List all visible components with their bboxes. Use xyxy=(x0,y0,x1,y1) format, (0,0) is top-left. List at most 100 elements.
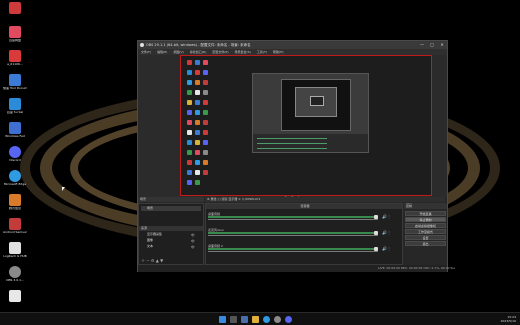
scenes-list: 场景 来源 显示器采集 👁 图像 👁 文本 👁 ＋ − ⚙ ▲ ▼ xyxy=(138,203,204,265)
obs-taskbar-icon[interactable] xyxy=(274,316,281,323)
desktop-icon[interactable]: a_6110K... xyxy=(3,50,27,74)
source-label: 显示器采集 xyxy=(147,232,163,236)
volume-slider-knob[interactable] xyxy=(374,247,378,251)
source-item[interactable]: 图像 👁 xyxy=(141,238,201,243)
file-icon xyxy=(9,290,21,302)
app-icon xyxy=(9,74,21,86)
file-explorer-icon[interactable] xyxy=(252,316,259,323)
start-streaming-button[interactable]: 开始直播 xyxy=(405,211,446,216)
app-icon xyxy=(9,194,21,206)
mini-icon xyxy=(195,170,200,175)
recursive-preview-level-2 xyxy=(281,79,351,131)
search-icon[interactable] xyxy=(230,316,237,323)
volume-slider-track[interactable] xyxy=(208,251,378,252)
source-item[interactable]: 显示器采集 👁 xyxy=(141,232,201,237)
desktop-icon[interactable]: Microsoft Edge xyxy=(3,170,27,194)
desktop-icon[interactable] xyxy=(3,2,27,26)
stop-recording-button[interactable]: 停止录制 xyxy=(405,217,446,222)
mixer-track: 桌面音频 🔊⋮ xyxy=(208,212,394,223)
list-toolbar[interactable]: ＋ − ⚙ ▲ ▼ xyxy=(141,258,163,264)
desktop-icon[interactable]: Logitech G HUB xyxy=(3,242,27,266)
desktop-icon[interactable] xyxy=(3,290,27,314)
desktop-icon[interactable]: Android Samsung xyxy=(3,218,27,242)
volume-slider-knob[interactable] xyxy=(374,215,378,219)
menu-file[interactable]: 文件(F) xyxy=(138,49,154,55)
taskbar: 15:24 2023/5/10 xyxy=(0,312,520,325)
mini-icon xyxy=(195,180,200,185)
mini-icon xyxy=(187,60,192,65)
app-icon xyxy=(9,218,21,230)
app-icon xyxy=(9,50,21,62)
mixer-track: 桌面音频 2 🔊⋮ xyxy=(208,244,394,255)
audio-mixer: 混音器 桌面音频 🔊⋮ 麦克风/Aux 🔊⋮ 桌面音频 2 🔊⋮ xyxy=(205,203,403,265)
close-button[interactable]: ✕ xyxy=(437,41,447,49)
studio-mode-button[interactable]: 工作室模式 xyxy=(405,229,446,234)
mini-icon xyxy=(203,170,208,175)
mini-icon xyxy=(187,100,192,105)
speaker-icon[interactable]: 🔊⋮ xyxy=(382,230,391,235)
mini-icon xyxy=(195,100,200,105)
mini-icon xyxy=(203,110,208,115)
menu-edit[interactable]: 编辑(E) xyxy=(154,49,170,55)
desktop-icon[interactable]: 百度网盘 xyxy=(3,26,27,50)
desktop: 百度网盘 a_6110K... 快速 Tool Document 百度 Su S… xyxy=(0,0,520,325)
mini-icon xyxy=(203,130,208,135)
obs-icon xyxy=(9,266,21,278)
scene-item[interactable]: 场景 xyxy=(141,206,201,211)
app-icon xyxy=(9,2,21,14)
mixer-header: 混音器 xyxy=(206,204,402,209)
recursive-preview xyxy=(252,73,369,153)
desktop-icon[interactable]: Discord xyxy=(3,146,27,170)
mini-icon xyxy=(187,90,192,95)
speaker-icon[interactable]: 🔊⋮ xyxy=(382,214,391,219)
eye-icon[interactable]: 👁 xyxy=(191,245,195,250)
clock-date: 2023/5/10 xyxy=(500,319,516,323)
speaker-icon[interactable]: 🔊⋮ xyxy=(382,246,391,251)
desktop-icon[interactable]: OBS 3.0.1... xyxy=(3,266,27,290)
desktop-icon[interactable]: 百度 Su Sal xyxy=(3,98,27,122)
discord-taskbar-icon[interactable] xyxy=(285,316,292,323)
exit-button[interactable]: 退出 xyxy=(405,241,446,246)
mini-icon xyxy=(187,70,192,75)
mini-icon xyxy=(203,60,208,65)
desktop-icon[interactable]: Windows Fed xyxy=(3,122,27,146)
mini-meter xyxy=(257,148,327,149)
minimize-button[interactable]: — xyxy=(417,41,427,49)
desktop-icon[interactable]: 腾讯会议 xyxy=(3,194,27,218)
mini-meter xyxy=(257,143,327,144)
mini-icon xyxy=(195,110,200,115)
obs-app-icon xyxy=(140,43,144,47)
volume-slider-knob[interactable] xyxy=(374,231,378,235)
obs-window: OBS 29.1.1 (64-bit, windows) - 配置文件: 未命名… xyxy=(137,40,455,272)
task-view-icon[interactable] xyxy=(241,316,248,323)
system-tray[interactable]: 15:24 2023/5/10 xyxy=(501,315,516,323)
edge-icon xyxy=(9,170,21,182)
discord-icon xyxy=(9,146,21,158)
volume-slider-track[interactable] xyxy=(208,235,378,236)
mini-icon xyxy=(187,170,192,175)
volume-meter xyxy=(208,248,378,250)
mouse-cursor xyxy=(62,187,65,191)
start-icon[interactable] xyxy=(219,316,226,323)
volume-slider-track[interactable] xyxy=(208,219,378,220)
volume-meter xyxy=(208,232,378,234)
desktop-icon[interactable]: 快速 Tool Document xyxy=(3,74,27,98)
recursive-preview-level-4 xyxy=(310,96,324,106)
mini-icon xyxy=(195,150,200,155)
recursive-preview-level-3 xyxy=(295,87,337,117)
maximize-button[interactable]: □ xyxy=(427,41,437,49)
settings-button[interactable]: 设置 xyxy=(405,235,446,240)
source-label: 文本 xyxy=(147,244,154,248)
mini-icon xyxy=(187,140,192,145)
preview-canvas[interactable]: ⏺ ⏹ ⏸ xyxy=(180,55,432,199)
mini-icon xyxy=(195,60,200,65)
volume-meter xyxy=(208,216,378,218)
edge-icon[interactable] xyxy=(263,316,270,323)
title-bar[interactable]: OBS 29.1.1 (64-bit, windows) - 配置文件: 未命名… xyxy=(138,41,447,49)
mini-icon xyxy=(187,120,192,125)
virtual-camera-button[interactable]: 启动虚拟摄像机 xyxy=(405,223,446,228)
mini-icon xyxy=(203,140,208,145)
source-toolbar[interactable]: ⚙ 属性 ◰ 滤镜 显示器 1: \\.\DISPLAY1 xyxy=(205,197,445,202)
status-bar: LIVE: 00:00:00 REC: 00:00:05 CPU: 2.1%, … xyxy=(138,265,455,272)
source-item[interactable]: 文本 👁 xyxy=(141,244,201,249)
